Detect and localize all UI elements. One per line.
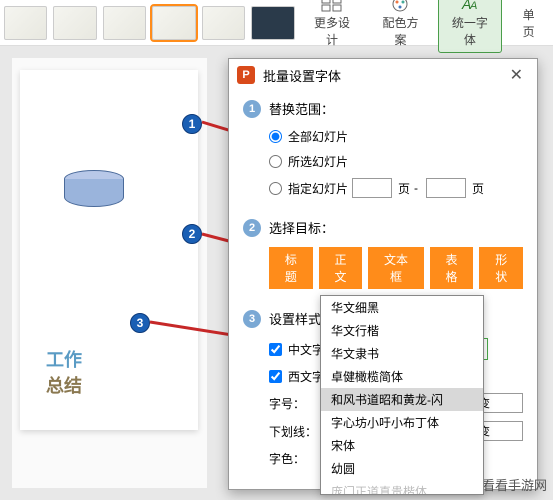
section-scope: 1 替换范围： 全部幻灯片 所选幻灯片 指定幻灯片 页 - 页	[229, 91, 537, 210]
target-button[interactable]: 正文	[319, 247, 363, 289]
cylinder-shape[interactable]	[64, 170, 124, 212]
svg-text:A: A	[469, 0, 477, 12]
section-target: 2 选择目标： 标题正文文本框表格形状	[229, 210, 537, 301]
single-page-button[interactable]: 单页	[508, 2, 549, 44]
slide-text-line1: 工作	[46, 346, 82, 372]
slide-text[interactable]: 工作 总结	[46, 346, 82, 398]
page-to-input[interactable]	[426, 178, 466, 198]
section-scope-label: 替换范围：	[269, 99, 334, 118]
slide-canvas-area: 工作 总结	[12, 58, 207, 488]
target-button[interactable]: 标题	[269, 247, 313, 289]
font-option[interactable]: 和风书道昭和黄龙-闪	[321, 388, 483, 411]
step-number-1: 1	[243, 100, 261, 118]
font-option[interactable]: 华文行楷	[321, 319, 483, 342]
watermark: 看看手游网	[482, 475, 547, 494]
single-page-label: 单页	[514, 4, 543, 42]
annotation-badge-2: 2	[182, 224, 202, 244]
more-designs-button[interactable]: 更多设计	[301, 0, 363, 52]
slide-text-line2: 总结	[46, 372, 82, 398]
more-designs-label: 更多设计	[307, 12, 357, 50]
target-button[interactable]: 文本框	[368, 247, 423, 289]
unify-font-button[interactable]: AA 统一字体	[438, 0, 502, 53]
annotation-badge-3: 3	[130, 313, 150, 333]
template-thumb[interactable]	[202, 6, 245, 40]
radio-selected-slides[interactable]: 所选幻灯片	[243, 149, 523, 174]
radio-all-slides[interactable]: 全部幻灯片	[243, 124, 523, 149]
font-option[interactable]: 华文隶书	[321, 342, 483, 365]
radio-specified-slides[interactable]: 指定幻灯片 页 - 页	[243, 174, 523, 202]
ribbon: 更多设计 配色方案 AA 统一字体 单页	[0, 0, 553, 46]
color-scheme-label: 配色方案	[375, 12, 425, 50]
color-scheme-button[interactable]: 配色方案	[369, 0, 431, 52]
font-option[interactable]: 卓健橄榄简体	[321, 365, 483, 388]
template-thumb[interactable]	[53, 6, 96, 40]
page-from-input[interactable]	[352, 178, 392, 198]
target-button[interactable]: 表格	[430, 247, 474, 289]
western-font-checkbox[interactable]	[269, 370, 282, 383]
step-number-3: 3	[243, 310, 261, 328]
dialog-title: 批量设置字体	[263, 66, 341, 85]
font-option[interactable]: 字心坊小吁小布丁体	[321, 411, 483, 434]
unify-font-label: 统一字体	[445, 12, 495, 50]
dialog-titlebar: P 批量设置字体 ✕	[229, 59, 537, 91]
font-option[interactable]: 华文细黑	[321, 296, 483, 319]
font-dropdown-list[interactable]: 华文细黑华文行楷华文隶书卓健橄榄简体和风书道昭和黄龙-闪字心坊小吁小布丁体宋体幼…	[320, 295, 484, 495]
template-thumb[interactable]	[251, 6, 294, 40]
close-icon[interactable]: ✕	[504, 63, 529, 87]
step-number-2: 2	[243, 219, 261, 237]
slide[interactable]: 工作 总结	[20, 70, 198, 430]
template-thumb-selected[interactable]	[152, 6, 195, 40]
chinese-font-checkbox[interactable]	[269, 343, 282, 356]
app-icon: P	[237, 66, 255, 84]
template-thumb[interactable]	[103, 6, 146, 40]
template-thumb[interactable]	[4, 6, 47, 40]
font-option: 庞门正道真贵楷体	[321, 480, 483, 495]
section-target-label: 选择目标：	[269, 218, 334, 237]
font-option[interactable]: 宋体	[321, 434, 483, 457]
font-option[interactable]: 幼圆	[321, 457, 483, 480]
target-button[interactable]: 形状	[479, 247, 523, 289]
annotation-badge-1: 1	[182, 114, 202, 134]
